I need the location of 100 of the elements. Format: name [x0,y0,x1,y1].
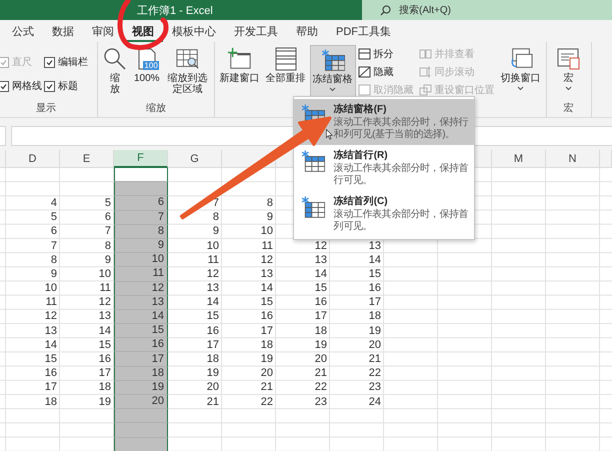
cell-text: 13 [98,310,112,324]
selected-cell: 15 [114,324,168,338]
cell-text: 10 [206,238,220,254]
cell-text: 19 [98,395,112,410]
cell-text: 16 [206,324,220,338]
cell-text: 21 [260,380,274,395]
selected-cell: 10 [114,253,168,268]
cell-text: 16 [314,296,328,310]
cell-text: 19 [260,352,274,367]
menu-item-title: 冻结首行(R) [334,150,389,162]
cell-text: 22 [314,380,328,395]
selected-cell: 17 [114,352,168,367]
cell-text: 17 [314,310,328,324]
cell-text: 15 [44,352,58,367]
cell-text: 12 [314,238,328,254]
selected-cell: 19 [114,380,168,395]
cell-text: 24 [368,395,382,410]
group-label: 缩放 [146,102,166,115]
cell-text: 17 [44,380,58,395]
cell-text: 14 [260,282,274,296]
cell-text: 11 [206,253,220,268]
selected-cell: 14 [114,310,168,324]
cell-text: 21 [314,366,328,381]
search-placeholder: 搜索(Alt+Q) [399,4,451,17]
cell-text: 16 [260,310,274,324]
cell-text: 8 [50,253,58,268]
selected-cell: 12 [114,282,168,296]
cell-text: 13 [368,238,382,254]
cell-text: 19 [206,366,220,381]
cell-text: 7 [50,238,58,254]
cell-text: 15 [368,267,382,282]
cell-text: 16 [98,352,112,367]
cell-text: 4 [50,196,58,211]
cell-text: 11 [44,296,58,310]
menu-item-description: 滚动工作表其余部分时，保持行和列可见(基于当前的选择)。 [334,117,470,141]
cell-text: 18 [260,338,274,352]
cell-text: 10 [98,267,112,282]
cell-text: 18 [314,324,328,338]
cell-text: 9 [50,267,58,282]
cell-text: 21 [206,395,220,410]
cell-text: 12 [260,253,274,268]
checkbox-label: 标题 [58,80,78,93]
cell-text: 10 [260,224,274,239]
group-label: 显示 [36,102,56,115]
cell-text: 12 [44,310,58,324]
cell-text: 10 [44,282,58,296]
cell-text: 5 [104,196,112,211]
cell-text: 11 [98,282,112,296]
menu-item-title: 冻结首列(C) [334,196,389,208]
cell-text: 14 [98,324,112,338]
cell-text: 20 [314,352,328,367]
cell-text: 14 [314,267,328,282]
cell-text: 18 [44,395,58,410]
selected-cell: 7 [114,210,168,225]
cell-text: 13 [44,324,58,338]
cell-text: 17 [368,296,382,310]
cell-text: 14 [44,338,58,352]
cell-text: 6 [50,224,58,239]
cell-text: 13 [314,253,328,268]
selected-cell: 9 [114,238,168,254]
cell-text: 23 [368,380,382,395]
cell-text: 19 [368,324,382,338]
cell-text: 17 [206,338,220,352]
cell-text: 7 [104,224,112,239]
cell-text: 20 [260,366,274,381]
cell-text: 6 [104,210,112,225]
cell-text: 17 [98,366,112,381]
checkbox-label: 直尺 [12,56,32,69]
cell-text: 13 [206,282,220,296]
cell-text: 15 [314,282,328,296]
checkbox-label: 网格线 [12,80,42,93]
cell-text: 9 [212,224,220,239]
checkbox-label: 编辑栏 [58,56,88,69]
cell-text: 12 [98,296,112,310]
cell-text: 13 [260,267,274,282]
group-label: 宏 [564,102,574,115]
cell-text: 19 [314,338,328,352]
cell-text: 18 [206,352,220,367]
menu-item-description: 滚动工作表其余部分时，保持首列可见。 [334,209,470,233]
cell-text: 22 [260,395,274,410]
cell-text: 5 [50,210,58,225]
cell-text: 22 [368,366,382,381]
cell-text: 20 [368,338,382,352]
selected-cell: 6 [114,196,168,211]
cell-text: 15 [260,296,274,310]
selected-cell: 8 [114,224,168,239]
cell-text: 20 [206,380,220,395]
cell-text: 11 [260,238,274,254]
selected-cell: 16 [114,338,168,352]
cell-text: 18 [368,310,382,324]
window-title: 工作簿1 - Excel [137,4,213,18]
cell-text: 14 [368,253,382,268]
cell-text: 21 [368,352,382,367]
cell-text: 14 [206,296,220,310]
menu-item-description: 滚动工作表其余部分时，保持首行可见。 [334,163,470,187]
cell-text: 23 [314,395,328,410]
cell-text: 16 [44,366,58,381]
cell-text: 8 [212,210,220,225]
selected-cell: 18 [114,366,168,381]
menu-item-title: 冻结窗格(F) [334,104,388,116]
